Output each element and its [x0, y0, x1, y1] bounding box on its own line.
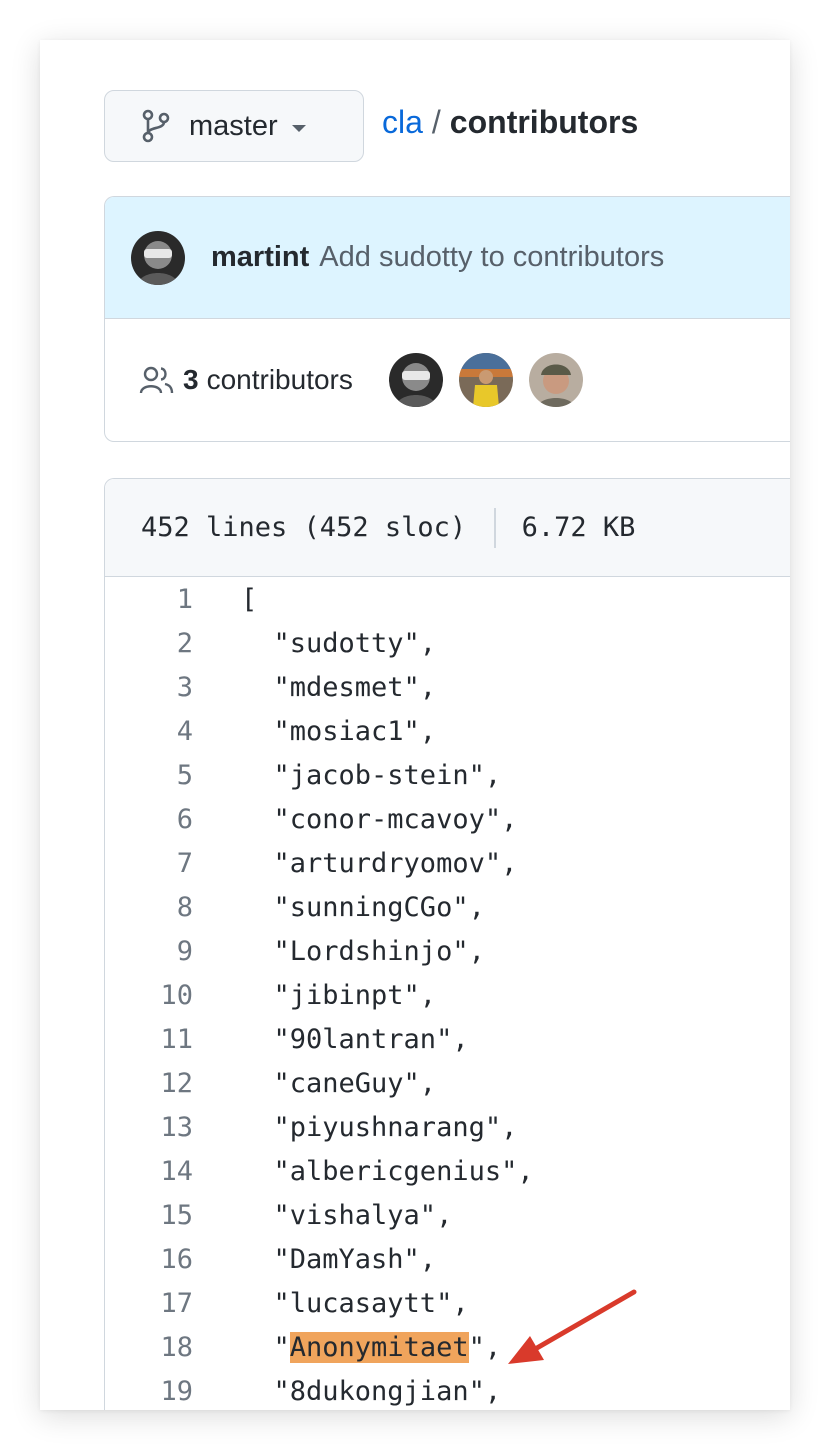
line-content-prefix: "	[241, 1331, 290, 1363]
commit-message-link[interactable]: Add sudotty to contributors	[319, 241, 664, 274]
code-line: 3 "mdesmet",	[105, 665, 790, 709]
contributors-count[interactable]: 3	[183, 364, 199, 396]
line-number[interactable]: 14	[105, 1156, 193, 1187]
breadcrumb-file-name: contributors	[449, 104, 639, 140]
line-content: "mdesmet",	[241, 671, 437, 703]
code-line: 7 "arturdryomov",	[105, 841, 790, 885]
chevron-down-icon	[291, 124, 306, 132]
line-content: "jibinpt",	[241, 979, 437, 1011]
file-info-bar: 452 lines (452 sloc) 6.72 KB	[105, 479, 790, 577]
line-content: "vishalya",	[241, 1199, 453, 1231]
latest-commit-box: martint Add sudotty to contributors 3 co…	[104, 196, 790, 442]
line-content: "90lantran",	[241, 1023, 469, 1055]
line-content: "lucasaytt",	[241, 1287, 469, 1319]
code-line: 5 "jacob-stein",	[105, 753, 790, 797]
code-line: 6 "conor-mcavoy",	[105, 797, 790, 841]
line-content: [	[241, 583, 258, 615]
line-content: "mosiac1",	[241, 715, 437, 747]
commit-author-link[interactable]: martint	[211, 241, 309, 274]
line-content: "Lordshinjo",	[241, 935, 485, 967]
branch-label: master	[189, 109, 278, 142]
line-number[interactable]: 6	[105, 804, 193, 835]
line-number[interactable]: 3	[105, 672, 193, 703]
avatar[interactable]	[458, 353, 513, 407]
people-icon	[139, 366, 174, 394]
annotation-arrow-icon	[508, 1289, 637, 1364]
line-number[interactable]: 18	[105, 1332, 193, 1363]
line-number[interactable]: 16	[105, 1244, 193, 1275]
code-line: 16 "DamYash",	[105, 1237, 790, 1281]
line-content: "arturdryomov",	[241, 847, 518, 879]
line-content-suffix: ",	[468, 1331, 502, 1363]
git-branch-icon	[142, 109, 170, 143]
breadcrumb: cla / contributors	[382, 104, 638, 141]
file-size: 6.72 KB	[521, 512, 636, 543]
code-line: 10 "jibinpt",	[105, 973, 790, 1017]
contributor-avatars	[388, 353, 583, 407]
line-number[interactable]: 11	[105, 1024, 193, 1055]
code-line: 2 "sudotty",	[105, 621, 790, 665]
line-content: "conor-mcavoy",	[241, 803, 518, 835]
file-box: 452 lines (452 sloc) 6.72 KB 1[ 2 "sudot…	[104, 478, 790, 1410]
line-number[interactable]: 10	[105, 980, 193, 1011]
code-line: 4 "mosiac1",	[105, 709, 790, 753]
line-number[interactable]: 1	[105, 584, 193, 615]
code-line: 15 "vishalya",	[105, 1193, 790, 1237]
line-content: "piyushnarang",	[241, 1111, 518, 1143]
code-line: 1[	[105, 577, 790, 621]
line-content: "Anonymitaet",	[193, 1331, 502, 1363]
latest-commit-row: martint Add sudotty to contributors	[105, 197, 790, 319]
line-content: "sudotty",	[241, 627, 437, 659]
line-number[interactable]: 4	[105, 716, 193, 747]
file-lines-info: 452 lines (452 sloc)	[141, 512, 467, 543]
highlighted-username: Anonymitaet	[289, 1331, 469, 1363]
line-number[interactable]: 7	[105, 848, 193, 879]
branch-selector-button[interactable]: master	[104, 90, 364, 162]
line-number[interactable]: 5	[105, 760, 193, 791]
code-line: 13 "piyushnarang",	[105, 1105, 790, 1149]
line-number[interactable]: 8	[105, 892, 193, 923]
line-number[interactable]: 17	[105, 1288, 193, 1319]
line-number[interactable]: 9	[105, 936, 193, 967]
code-line: 12 "caneGuy",	[105, 1061, 790, 1105]
line-content: "albericgenius",	[241, 1155, 534, 1187]
contributors-label[interactable]: contributors	[207, 364, 353, 396]
code-line: 14 "albericgenius",	[105, 1149, 790, 1193]
line-content: "caneGuy",	[241, 1067, 437, 1099]
avatar[interactable]	[528, 353, 583, 407]
code-line: 8 "sunningCGo",	[105, 885, 790, 929]
line-content: "DamYash",	[241, 1243, 437, 1275]
line-content: "8dukongjian",	[241, 1375, 502, 1407]
file-view-card: master cla / contributors martint Add su…	[40, 40, 790, 1410]
breadcrumb-repo-link[interactable]: cla	[382, 104, 423, 141]
file-info-divider	[494, 507, 496, 548]
code-line: 9 "Lordshinjo",	[105, 929, 790, 973]
line-number[interactable]: 15	[105, 1200, 193, 1231]
code-line: 11 "90lantran",	[105, 1017, 790, 1061]
line-number[interactable]: 19	[105, 1376, 193, 1407]
line-number[interactable]: 2	[105, 628, 193, 659]
line-number[interactable]: 12	[105, 1068, 193, 1099]
line-content: "jacob-stein",	[241, 759, 502, 791]
avatar[interactable]	[131, 230, 185, 285]
breadcrumb-separator: /	[431, 104, 441, 140]
line-content: "sunningCGo",	[241, 891, 485, 923]
line-number[interactable]: 13	[105, 1112, 193, 1143]
avatar[interactable]	[388, 353, 443, 407]
contributors-row: 3 contributors	[105, 319, 790, 441]
